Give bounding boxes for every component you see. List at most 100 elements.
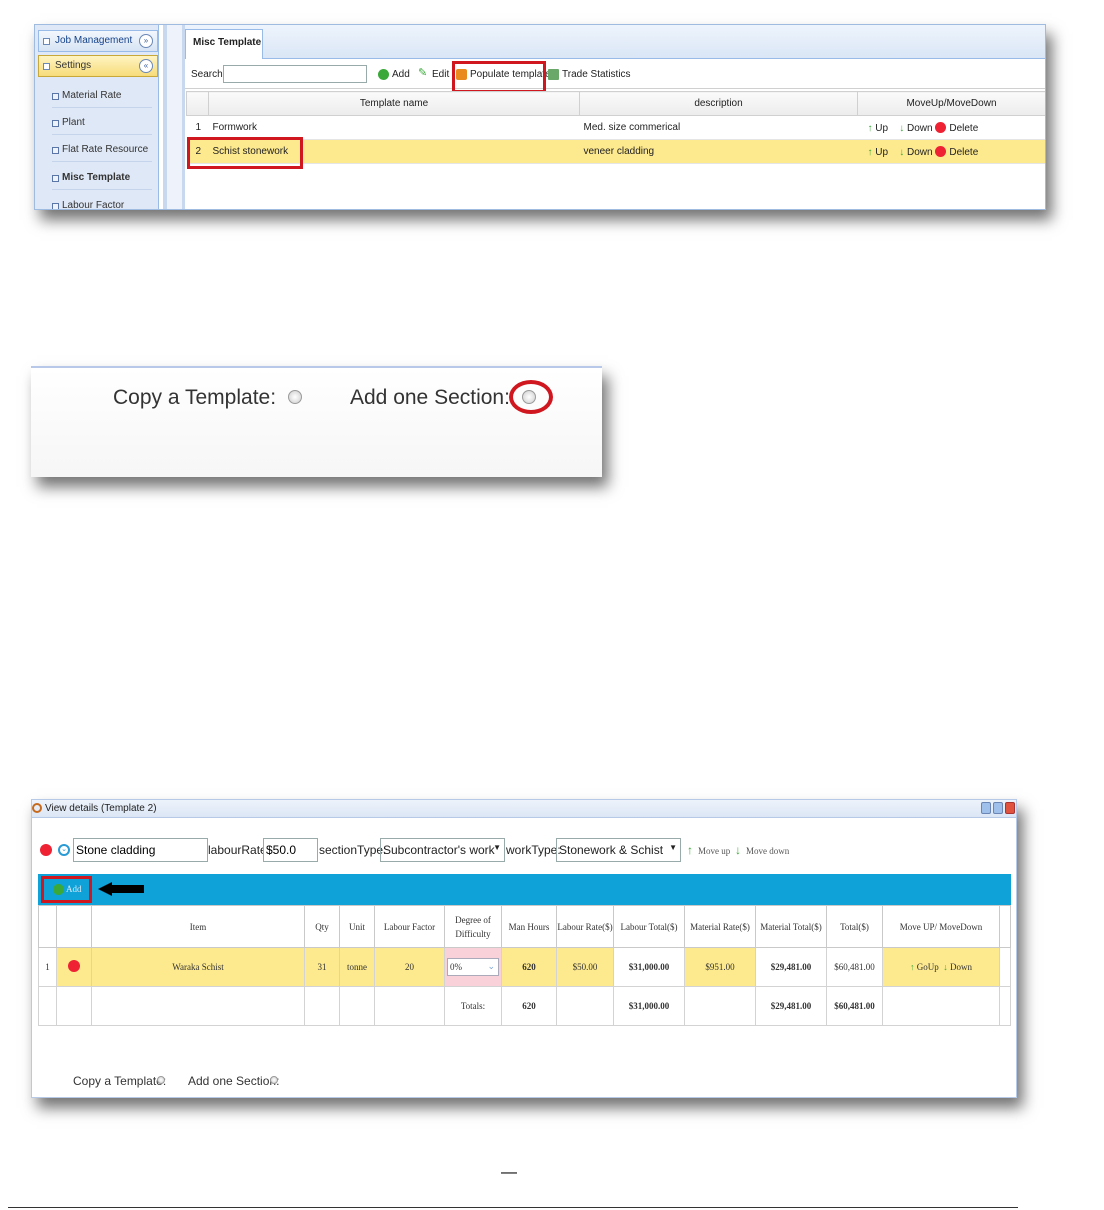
empty-cell: [374, 986, 445, 1026]
material-rate-cell[interactable]: $951.00: [684, 947, 756, 987]
work-type-select[interactable]: Stonework & Schist ▼: [556, 838, 681, 862]
trade-statistics-button[interactable]: Trade Statistics: [548, 69, 631, 81]
search-icon: [32, 803, 42, 813]
row-number: 1: [186, 115, 209, 140]
copy-template-radio[interactable]: [157, 1076, 165, 1084]
chevron-down-icon[interactable]: ⌄: [487, 961, 495, 972]
up-arrow-icon[interactable]: ↑: [868, 147, 873, 158]
up-arrow-icon[interactable]: ↑: [868, 123, 873, 134]
difficulty-header: Degree of Difficulty: [444, 905, 502, 948]
table-row[interactable]: 2 Schist stonework veneer cladding ↑ Up …: [186, 139, 1045, 164]
empty-cell: [304, 986, 340, 1026]
difficulty-cell[interactable]: 0% ⌄: [444, 947, 502, 987]
add-button[interactable]: Add: [378, 69, 410, 81]
labour-total-cell: $31,000.00: [613, 947, 685, 987]
empty-cell: [56, 986, 92, 1026]
dropdown-arrow-icon: ▼: [493, 843, 501, 852]
collapse-section-icon[interactable]: ⌄: [58, 844, 70, 856]
down-arrow-icon[interactable]: ↓: [943, 962, 948, 972]
move-up-link[interactable]: Move up: [698, 846, 730, 856]
settings-accordion[interactable]: Settings «: [38, 55, 158, 77]
splitter[interactable]: [163, 25, 185, 209]
item-icon: [52, 93, 59, 100]
checkbox-icon: [43, 38, 50, 45]
delete-link[interactable]: Delete: [949, 147, 978, 158]
section-name-input[interactable]: [73, 838, 208, 862]
down-arrow-icon[interactable]: ↓: [899, 123, 904, 134]
moveup-movedown-header[interactable]: MoveUp/MoveDown: [857, 91, 1045, 116]
move-up-arrow-icon[interactable]: ↑: [687, 843, 693, 857]
delete-icon[interactable]: [68, 960, 80, 972]
add-section-label: Add one Section:: [188, 1074, 280, 1088]
template-grid: Template name description MoveUp/MoveDow…: [186, 91, 1045, 164]
down-link[interactable]: Down: [907, 123, 933, 134]
goup-link[interactable]: GoUp: [917, 962, 939, 972]
down-arrow-icon[interactable]: ↓: [899, 147, 904, 158]
section-type-label: sectionType:: [319, 843, 387, 857]
labour-rate-input[interactable]: [263, 838, 318, 862]
move-cell: ↑ GoUp ↓ Down: [882, 947, 1000, 987]
actions-cell: ↑ Up ↓ Down Delete: [857, 139, 1045, 164]
checkbox-icon: [43, 63, 50, 70]
expand-icon[interactable]: »: [139, 34, 153, 48]
template-name-header[interactable]: Template name: [208, 91, 580, 116]
move-down-arrow-icon[interactable]: ↓: [735, 843, 741, 857]
down-link[interactable]: Down: [907, 147, 933, 158]
sidebar-item-misc-template[interactable]: Misc Template: [52, 166, 152, 190]
edit-button[interactable]: ✎ Edit: [418, 67, 450, 81]
up-link[interactable]: Up: [875, 147, 888, 158]
delete-icon[interactable]: [935, 121, 947, 133]
row-number: 1: [38, 947, 57, 987]
up-link[interactable]: Up: [875, 123, 888, 134]
minimize-icon[interactable]: [981, 802, 991, 814]
labour-rate-header: Labour Rate($): [556, 905, 614, 948]
delete-icon[interactable]: [935, 145, 947, 157]
delete-link[interactable]: Delete: [949, 123, 978, 134]
accordion-label: Job Management: [55, 35, 133, 46]
item-icon: [52, 120, 59, 127]
maximize-icon[interactable]: [993, 802, 1003, 814]
qty-cell[interactable]: 31: [304, 947, 340, 987]
up-arrow-icon[interactable]: ↑: [910, 962, 915, 972]
pencil-icon: ✎: [418, 67, 428, 79]
close-icon[interactable]: [1005, 802, 1015, 814]
add-item-button[interactable]: Add: [66, 884, 82, 894]
table-row[interactable]: 1 Formwork Med. size commerical ↑ Up ↓ D…: [186, 115, 1045, 140]
sidebar-item-flat-rate-resource[interactable]: Flat Rate Resource: [52, 138, 152, 162]
copy-template-radio[interactable]: [288, 390, 302, 404]
unit-cell[interactable]: tonne: [339, 947, 375, 987]
sidebar-item-material-rate[interactable]: Material Rate: [52, 84, 152, 108]
remove-section-icon[interactable]: [40, 844, 52, 856]
labour-total-value: $31,000.00: [628, 962, 670, 972]
add-section-radio[interactable]: [270, 1076, 278, 1084]
tab-misc-template[interactable]: Misc Template: [185, 29, 263, 59]
total-labour: $31,000.00: [613, 986, 685, 1026]
move-down-link[interactable]: Move down: [746, 846, 789, 856]
labour-factor-cell[interactable]: 20: [374, 947, 445, 987]
man-hours-value: 620: [522, 962, 536, 972]
template-name-cell[interactable]: Formwork: [208, 115, 580, 140]
edit-label: Edit: [432, 69, 450, 80]
grand-total-value: $60,481.00: [834, 1001, 875, 1011]
description-cell[interactable]: veneer cladding: [579, 139, 858, 164]
search-input[interactable]: [223, 65, 367, 83]
sidebar-item-plant[interactable]: Plant: [52, 111, 152, 135]
description-header[interactable]: description: [579, 91, 858, 116]
labour-factor-header: Labour Factor: [374, 905, 445, 948]
collapse-icon[interactable]: «: [139, 59, 153, 73]
section-choice-screenshot: Copy a Template: Add one Section:: [31, 366, 602, 477]
labour-rate-cell[interactable]: $50.00: [556, 947, 614, 987]
table-row[interactable]: 1 Waraka Schist 31 tonne 20 0% ⌄ 620 $50.…: [38, 947, 1011, 987]
down-link[interactable]: Down: [950, 962, 972, 972]
section-type-select[interactable]: Subcontractor's work ▼: [380, 838, 505, 862]
job-management-accordion[interactable]: Job Management »: [38, 30, 158, 52]
description-cell[interactable]: Med. size commerical: [579, 115, 858, 140]
misc-template-screenshot: Job Management» Settings « Material Rate …: [34, 24, 1046, 210]
sidebar-item-labour-factor[interactable]: Labour Factor: [52, 194, 152, 209]
total-material: $29,481.00: [755, 986, 827, 1026]
add-icon[interactable]: [53, 884, 64, 895]
item-cell[interactable]: Waraka Schist: [91, 947, 305, 987]
delete-column-header: [56, 905, 92, 948]
trade-statistics-label: Trade Statistics: [562, 69, 631, 80]
sidebar-item-label: Flat Rate Resource: [62, 144, 149, 155]
